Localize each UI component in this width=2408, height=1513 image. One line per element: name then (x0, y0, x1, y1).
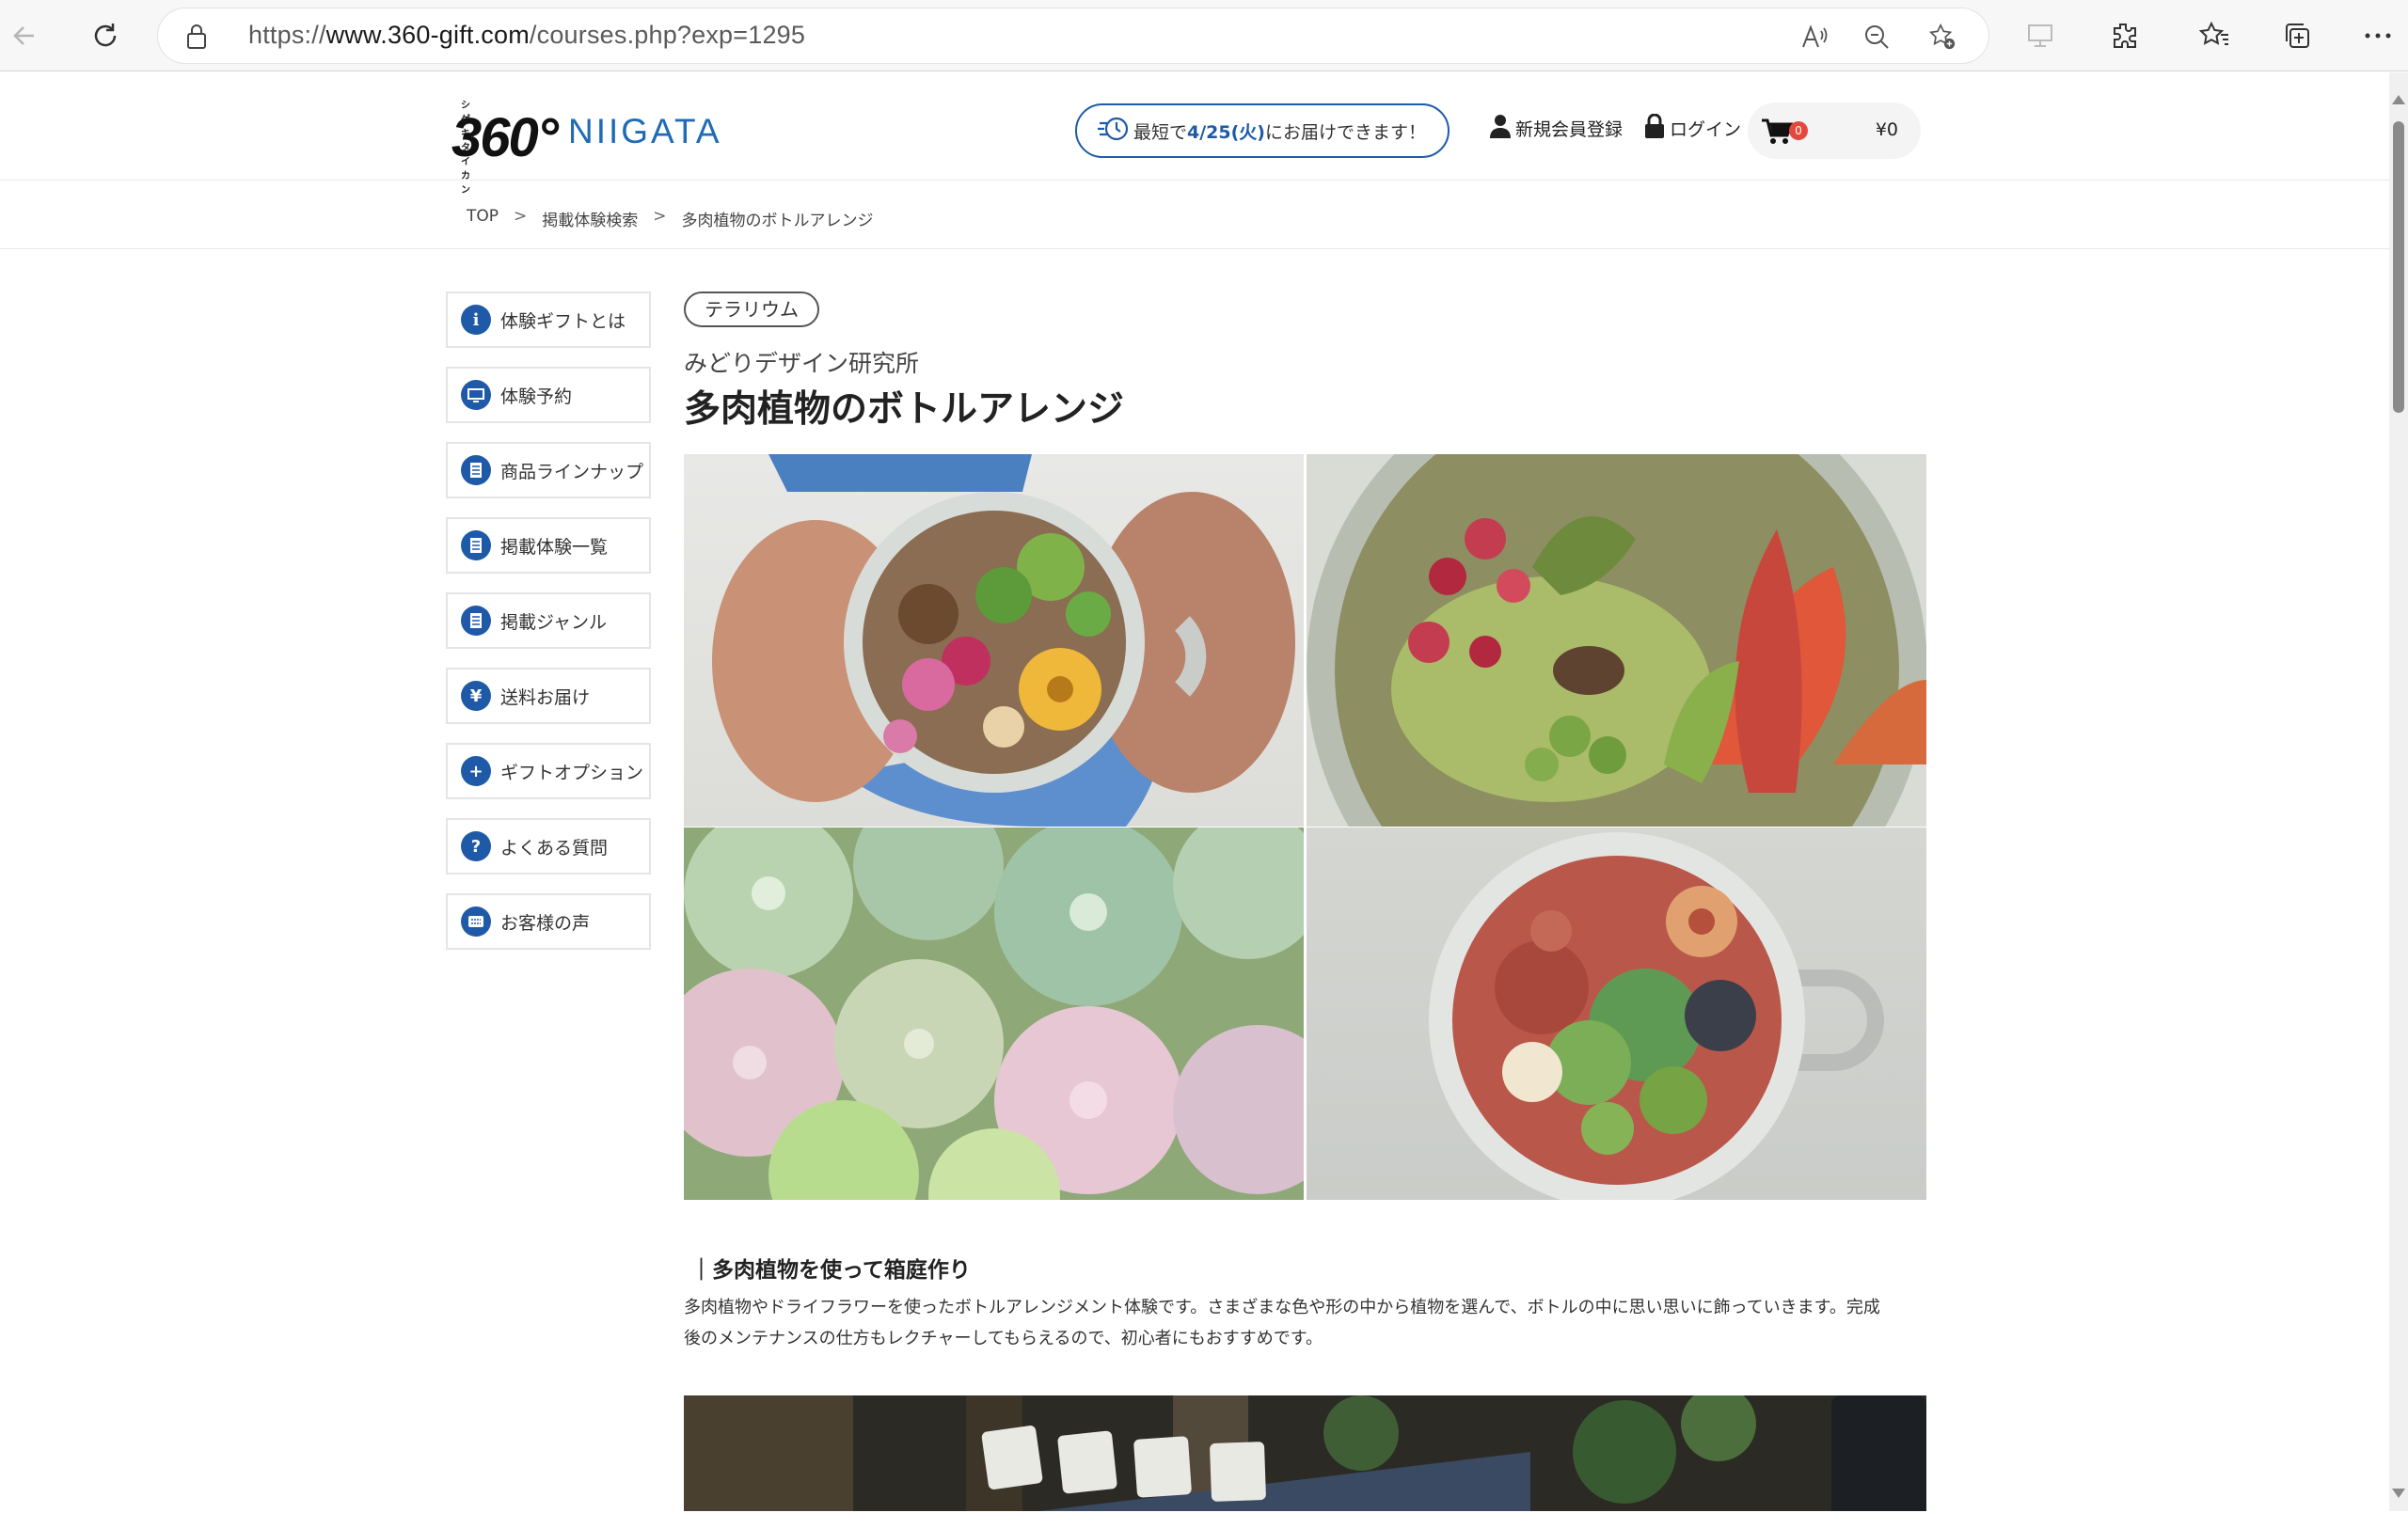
delivery-notice[interactable]: 最短で 4/25(火) にお届けできます！ (1075, 103, 1450, 158)
logo-region[interactable]: NIIGATA (568, 112, 722, 151)
breadcrumb-separator: > (514, 207, 528, 226)
scroll-up-arrow-icon[interactable] (2392, 95, 2405, 104)
sidebar-item-list[interactable]: 掲載体験一覧 (446, 517, 651, 574)
back-icon[interactable] (6, 17, 43, 55)
document-icon (461, 606, 491, 636)
breadcrumb-current: 多肉植物のボトルアレンジ (681, 212, 874, 230)
user-icon (1490, 114, 1511, 143)
sidebar-item-label: 体験ギフトとは (500, 310, 626, 332)
sidebar-item-voice[interactable]: お客様の声 (446, 893, 651, 950)
delivery-prefix: 最短で (1133, 121, 1188, 143)
info-icon: i (461, 305, 491, 335)
yen-icon: ¥ (461, 681, 491, 711)
vertical-scrollbar[interactable] (2389, 72, 2408, 1511)
sidebar-item-label: 送料お届け (500, 686, 591, 708)
breadcrumb: TOP > 掲載体験検索 > 多肉植物のボトルアレンジ (467, 207, 874, 230)
site-header: シゲキ、タイカン 360° NIIGATA 最短で 4/25(火) にお届けできます… (0, 72, 2389, 196)
sidebar-item-lineup[interactable]: 商品ラインナップ (446, 442, 651, 498)
breadcrumb-search[interactable]: 掲載体験検索 (542, 207, 638, 230)
zoom-out-icon[interactable] (1862, 23, 1891, 51)
course-description: 多肉植物やドライフラワーを使ったボトルアレンジメント体験です。さまざまな色や形の… (684, 1292, 1926, 1354)
description-line: 後のメンテナンスの仕方もレクチャーしてもらえるので、初心者にもおすすめです。 (684, 1329, 1323, 1348)
sidebar-item-label: よくある質問 (500, 837, 609, 859)
scroll-down-arrow-icon[interactable] (2392, 1489, 2405, 1498)
photo-terrarium-closeup (1307, 454, 1926, 827)
photo-gallery (684, 454, 1926, 1200)
favorites-icon[interactable] (2195, 17, 2233, 55)
collections-icon[interactable] (2278, 17, 2316, 55)
monitor-icon (461, 380, 491, 410)
course-title: 多肉植物のボトルアレンジ (684, 388, 1125, 431)
section-heading: ｜多肉植物を使って箱庭作り (690, 1258, 971, 1283)
register-link[interactable]: 新規会員登録 (1490, 114, 1623, 143)
sidebar-item-gift-option[interactable]: + ギフトオプション (446, 743, 651, 799)
sidebar-item-label: お客様の声 (500, 912, 591, 934)
document-icon (461, 530, 491, 560)
breadcrumb-top[interactable]: TOP (467, 207, 499, 230)
cart-icon (1761, 118, 1794, 150)
register-label: 新規会員登録 (1515, 119, 1624, 140)
extensions-icon[interactable] (2105, 17, 2143, 55)
document-icon (461, 455, 491, 485)
scroll-thumb[interactable] (2393, 121, 2404, 413)
sidebar-item-shipping[interactable]: ¥ 送料お届け (446, 668, 651, 724)
delivery-suffix: にお届けできます！ (1264, 121, 1426, 143)
delivery-date: 4/25(火) (1187, 121, 1265, 143)
breadcrumb-band (0, 181, 2389, 249)
sidebar-item-about[interactable]: i 体験ギフトとは (446, 292, 651, 348)
url-text: https://www.360-gift.com/courses.php?exp… (248, 21, 806, 49)
read-aloud-icon[interactable] (1800, 23, 1829, 51)
fast-delivery-icon (1098, 115, 1130, 148)
cart-button[interactable]: 0 ¥0 (1748, 102, 1921, 159)
review-icon (461, 906, 491, 937)
more-menu-icon[interactable] (2359, 17, 2397, 55)
sidebar-item-label: 掲載ジャンル (500, 611, 608, 633)
description-line: 多肉植物やドライフラワーを使ったボトルアレンジメント体験です。さまざまな色や形の… (684, 1298, 1880, 1317)
logo-number: 360° (452, 107, 559, 168)
photo-terrarium-jar (1307, 827, 1926, 1200)
cart-total: ¥0 (1875, 119, 1898, 140)
shop-name: みどりデザイン研究所 (684, 350, 920, 377)
photo-succulent-rosettes (684, 827, 1304, 1200)
browser-toolbar: https://www.360-gift.com/courses.php?exp… (0, 0, 2408, 71)
web-page: シゲキ、タイカン 360° NIIGATA 最短で 4/25(火) にお届けできます… (0, 72, 2389, 1511)
photo-hands-holding-jar (684, 454, 1304, 827)
photo-plant-shop (684, 1395, 1926, 1511)
login-link[interactable]: ログイン (1644, 113, 1742, 143)
screen-share-icon[interactable] (2022, 17, 2060, 55)
sidebar-item-reservation[interactable]: 体験予約 (446, 367, 651, 423)
sidebar-item-faq[interactable]: ? よくある質問 (446, 818, 651, 875)
lock-icon[interactable] (186, 24, 207, 54)
sidebar-item-label: 商品ラインナップ (500, 461, 644, 482)
padlock-icon (1644, 113, 1665, 143)
sidebar-item-label: 掲載体験一覧 (500, 536, 609, 558)
sidebar-item-label: ギフトオプション (500, 762, 644, 783)
cart-count-badge: 0 (1789, 121, 1808, 140)
question-icon: ? (461, 831, 491, 861)
sidebar-item-label: 体験予約 (500, 386, 573, 407)
login-label: ログイン (1670, 119, 1742, 140)
sidebar-item-genre[interactable]: 掲載ジャンル (446, 592, 651, 649)
refresh-icon[interactable] (87, 17, 124, 55)
add-favorite-icon[interactable] (1928, 23, 1956, 51)
address-bar[interactable]: https://www.360-gift.com/courses.php?exp… (158, 8, 1988, 63)
category-tag[interactable]: テラリウム (684, 292, 819, 327)
breadcrumb-separator: > (653, 207, 667, 226)
plus-icon: + (461, 756, 491, 786)
